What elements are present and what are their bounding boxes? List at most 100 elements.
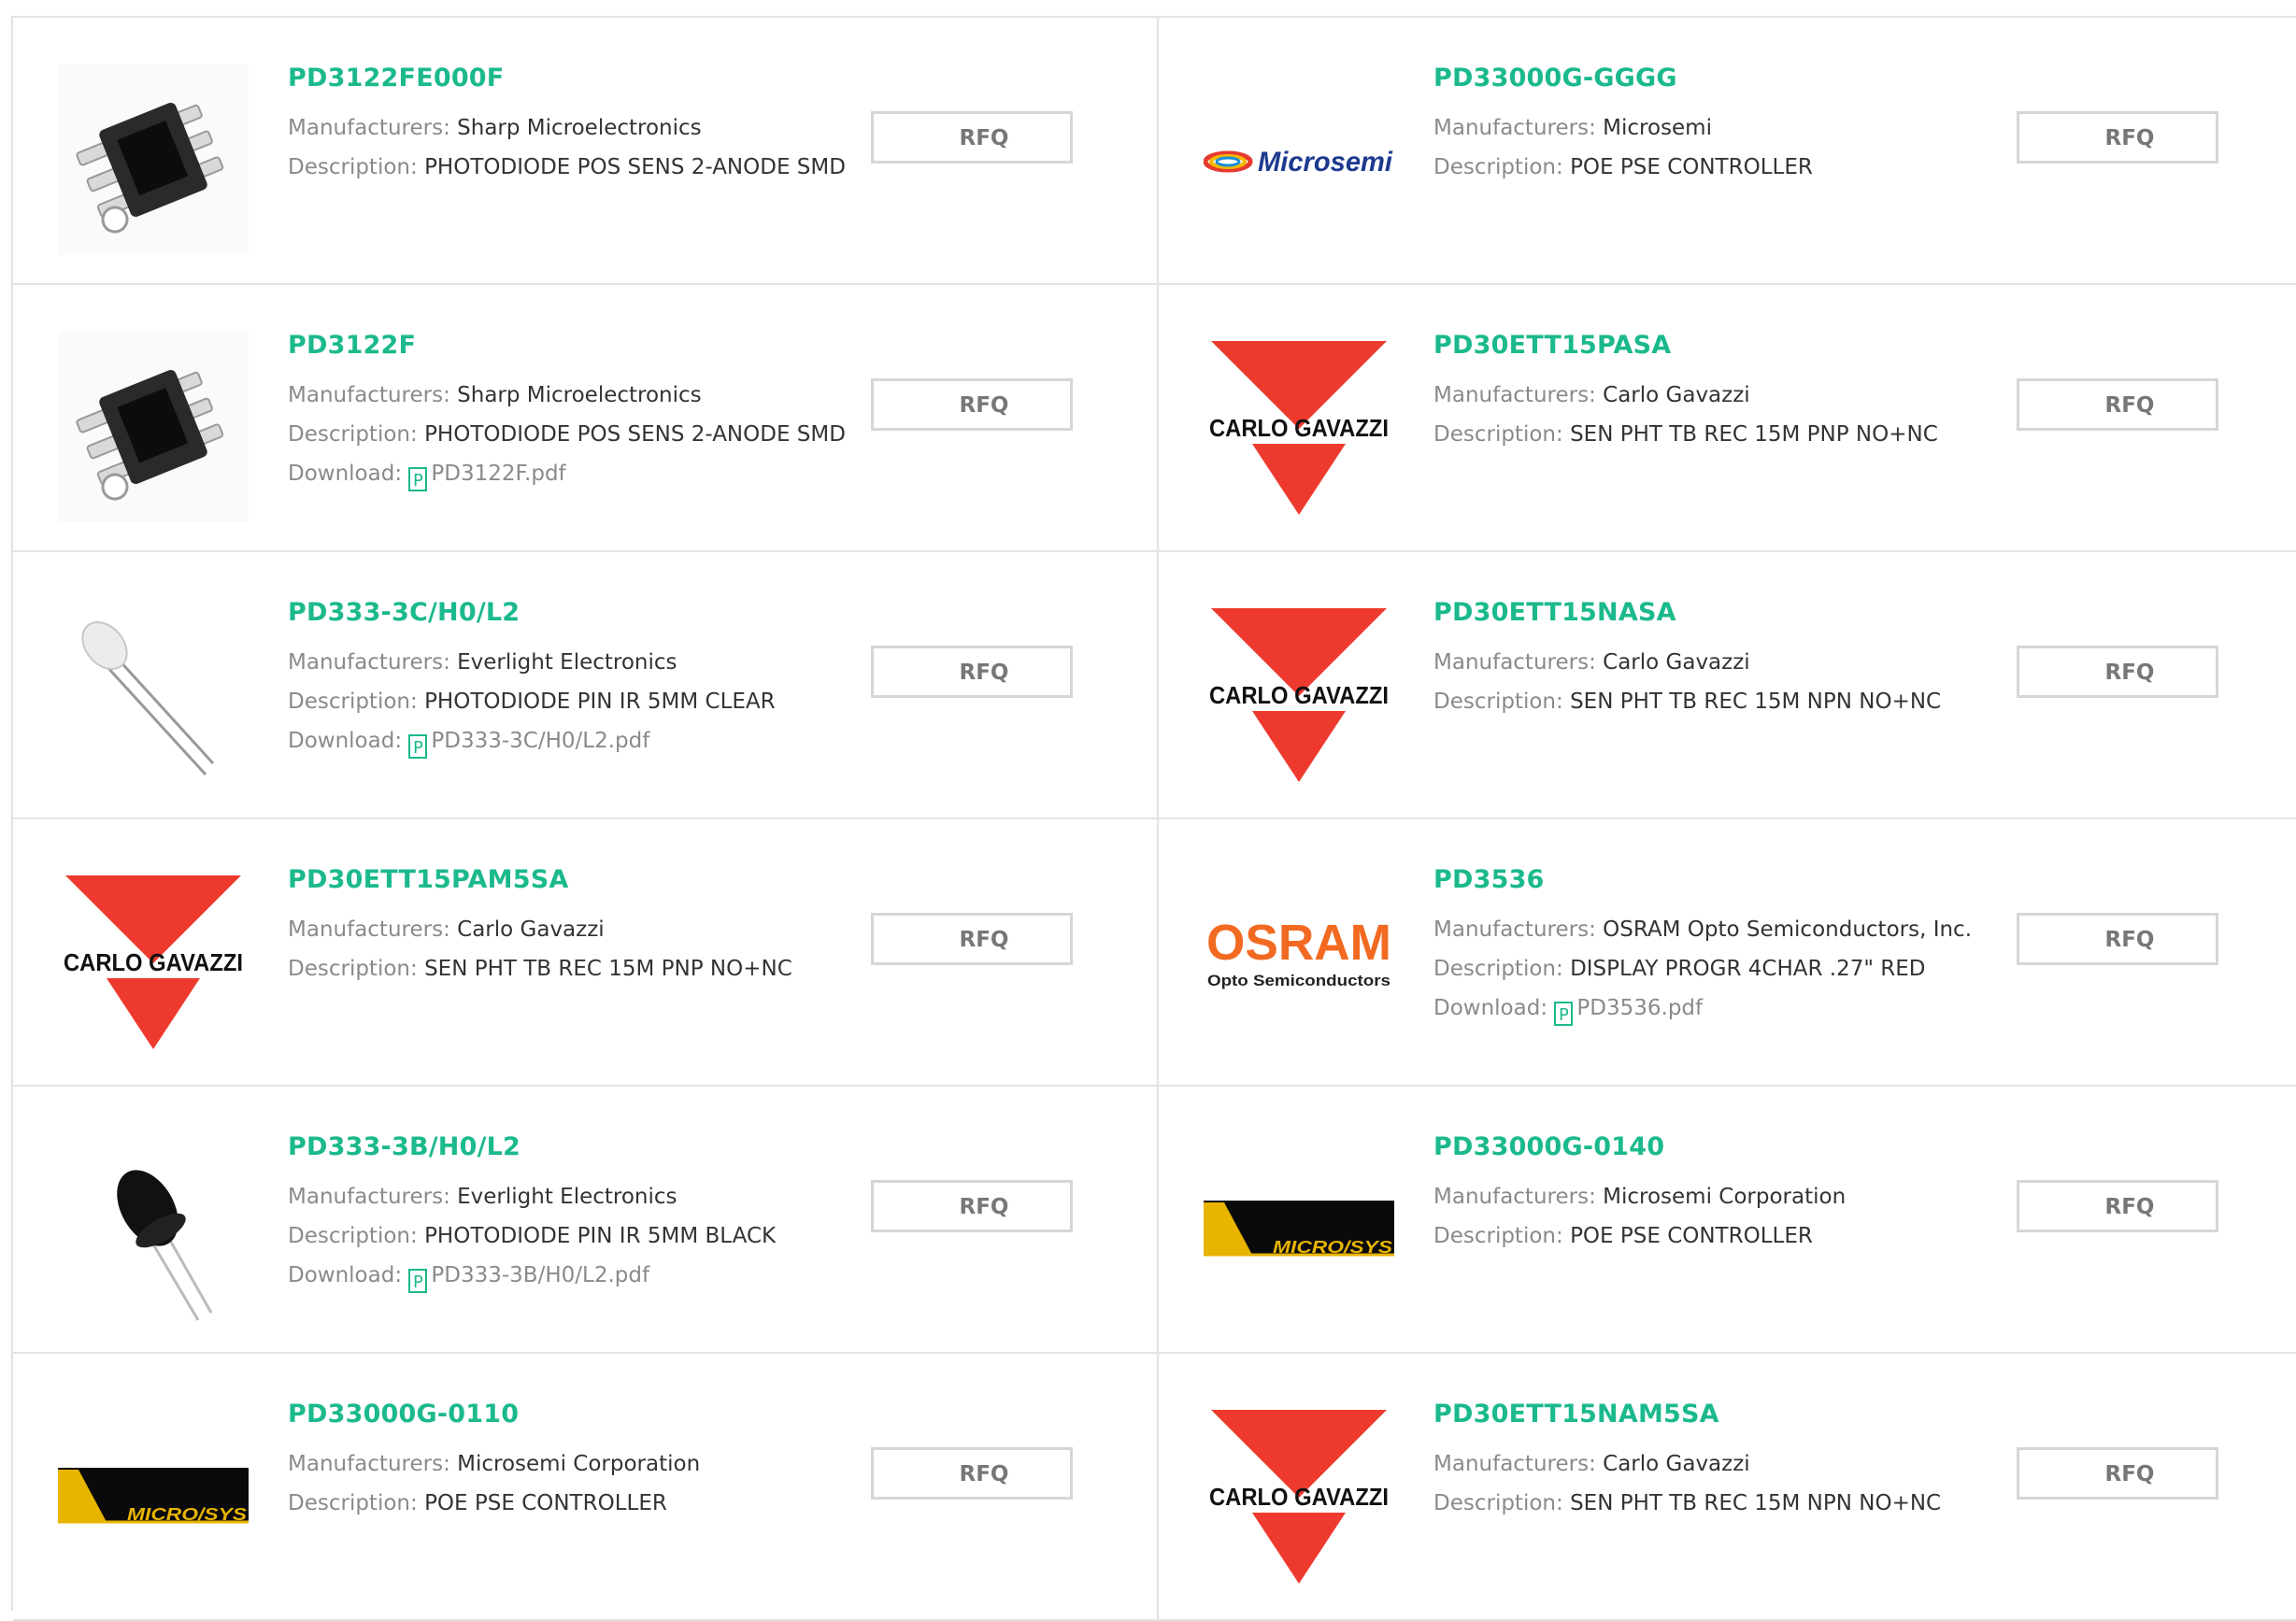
rfq-button[interactable]: RFQ: [2017, 646, 2218, 698]
osram-logo-svg: OSRAMOpto Semiconductors: [1206, 915, 1391, 989]
description-line: Description: SEN PHT TB REC 15M NPN NO+N…: [1433, 682, 1957, 721]
manufacturer-line: Manufacturers: Everlight Electronics: [288, 643, 811, 682]
product-info: PD333-3C/H0/L2 Manufacturers: Everlight …: [288, 596, 811, 761]
manufacturer-value: OSRAM Opto Semiconductors, Inc.: [1603, 917, 1973, 942]
part-number-link[interactable]: PD333-3B/H0/L2: [288, 1130, 811, 1164]
manufacturer-value: Microsemi Corporation: [1603, 1185, 1847, 1209]
carlo-gavazzi-logo[interactable]: CARLO GAVAZZI: [58, 866, 249, 1057]
product-info: PD3122F Manufacturers: Sharp Microelectr…: [288, 329, 846, 493]
pdf-file-icon[interactable]: P: [408, 734, 428, 759]
description-label: Description:: [288, 1224, 418, 1248]
smd-photodiode-image[interactable]: [58, 332, 249, 522]
manufacturer-value: Sharp Microelectronics: [457, 383, 702, 407]
rfq-button[interactable]: RFQ: [871, 913, 1073, 965]
logo-subtext: Opto Semiconductors: [1207, 972, 1390, 989]
product-card: PD3122FE000F Manufacturers: Sharp Microe…: [13, 18, 1159, 285]
description-value: PHOTODIODE PIN IR 5MM CLEAR: [424, 690, 776, 714]
part-number-link[interactable]: PD30ETT15NASA: [1433, 596, 1957, 630]
description-value: POE PSE CONTROLLER: [1570, 155, 1813, 179]
part-number-link[interactable]: PD30ETT15PASA: [1433, 329, 1957, 363]
description-line: Description: SEN PHT TB REC 15M PNP NO+N…: [288, 949, 811, 988]
description-line: Description: PHOTODIODE PIN IR 5MM CLEAR: [288, 682, 811, 721]
description-label: Description:: [1433, 422, 1563, 447]
description-line: Description: POE PSE CONTROLLER: [1433, 148, 1957, 187]
carlo-gavazzi-logo[interactable]: CARLO GAVAZZI: [1204, 1401, 1394, 1591]
description-label: Description:: [288, 690, 418, 714]
manufacturer-label: Manufacturers:: [1433, 917, 1596, 942]
product-info: PD33000G-GGGG Manufacturers: Microsemi D…: [1433, 62, 1957, 187]
rfq-button[interactable]: RFQ: [2017, 111, 2218, 164]
osram-logo[interactable]: OSRAM Opto Semiconductors: [1204, 866, 1394, 1057]
smd-photodiode-image[interactable]: [58, 64, 249, 255]
product-card: Microsemi PD33000G-GGGG Manufacturers: M…: [1159, 18, 2296, 285]
rfq-button[interactable]: RFQ: [2017, 1180, 2218, 1232]
black-led-image-svg: [117, 1170, 213, 1321]
description-label: Description:: [1433, 155, 1563, 179]
part-number-link[interactable]: PD30ETT15NAM5SA: [1433, 1398, 1957, 1431]
description-line: Description: PHOTODIODE PIN IR 5MM BLACK: [288, 1216, 811, 1256]
part-number-link[interactable]: PD3536: [1433, 863, 1957, 897]
manufacturer-label: Manufacturers:: [288, 917, 450, 942]
pdf-file-icon[interactable]: P: [1554, 1002, 1574, 1026]
part-number-link[interactable]: PD33000G-GGGG: [1433, 62, 1957, 95]
carlo-gavazzi-logo-svg: CARLO GAVAZZI: [64, 875, 243, 1049]
manufacturer-label: Manufacturers:: [1433, 116, 1596, 140]
rfq-button[interactable]: RFQ: [871, 1180, 1073, 1232]
description-line: Description: POE PSE CONTROLLER: [1433, 1216, 1957, 1256]
description-label: Description:: [288, 155, 418, 179]
rfq-button[interactable]: RFQ: [871, 111, 1073, 164]
rfq-button[interactable]: RFQ: [871, 378, 1073, 431]
logo-wordmark: Microsemi: [1258, 147, 1393, 178]
carlo-gavazzi-logo-svg: CARLO GAVAZZI: [1209, 1410, 1389, 1584]
clear-led-image[interactable]: [58, 599, 249, 789]
rfq-button[interactable]: RFQ: [2017, 378, 2218, 431]
rfq-button[interactable]: RFQ: [871, 646, 1073, 698]
microsemi-logo[interactable]: Microsemi: [1204, 64, 1394, 255]
product-card: MICRO/SYS PD33000G-0110 Manufacturers: M…: [13, 1354, 1159, 1621]
description-label: Description:: [1433, 690, 1563, 714]
logo-wordmark: OSRAM: [1206, 915, 1391, 971]
logo-bottom-triangle: [1252, 444, 1346, 515]
download-line: Download: P PD3536.pdf: [1433, 988, 1957, 1028]
logo-wordmark: CARLO GAVAZZI: [1209, 1483, 1389, 1511]
rfq-button[interactable]: RFQ: [2017, 1447, 2218, 1500]
description-line: Description: PHOTODIODE POS SENS 2-ANODE…: [288, 148, 846, 187]
manufacturer-label: Manufacturers:: [1433, 1452, 1596, 1476]
part-number-link[interactable]: PD333-3C/H0/L2: [288, 596, 811, 630]
microsys-logo[interactable]: MICRO/SYS: [1204, 1133, 1394, 1324]
datasheet-link[interactable]: PD3122F.pdf: [431, 462, 565, 486]
rfq-button[interactable]: RFQ: [2017, 913, 2218, 965]
part-number-link[interactable]: PD3122F: [288, 329, 811, 363]
product-card: PD3122F Manufacturers: Sharp Microelectr…: [13, 285, 1159, 552]
datasheet-link[interactable]: PD333-3C/H0/L2.pdf: [431, 729, 649, 753]
part-number-link[interactable]: PD3122FE000F: [288, 62, 811, 95]
download-label: Download:: [288, 729, 403, 753]
manufacturer-value: Carlo Gavazzi: [457, 917, 605, 942]
carlo-gavazzi-logo[interactable]: CARLO GAVAZZI: [1204, 599, 1394, 789]
product-info: PD30ETT15NAM5SA Manufacturers: Carlo Gav…: [1433, 1398, 1957, 1523]
product-info: PD333-3B/H0/L2 Manufacturers: Everlight …: [288, 1130, 811, 1295]
download-line: Download: P PD333-3C/H0/L2.pdf: [288, 721, 811, 761]
datasheet-link[interactable]: PD3536.pdf: [1576, 996, 1703, 1020]
product-card: CARLO GAVAZZI PD30ETT15PAM5SA Manufactur…: [13, 819, 1159, 1087]
pdf-file-icon[interactable]: P: [408, 467, 428, 491]
black-led-image[interactable]: [58, 1133, 249, 1324]
description-line: Description: SEN PHT TB REC 15M NPN NO+N…: [1433, 1484, 1957, 1523]
manufacturer-line: Manufacturers: Carlo Gavazzi: [1433, 376, 1957, 415]
part-number-link[interactable]: PD33000G-0140: [1433, 1130, 1957, 1164]
part-number-link[interactable]: PD30ETT15PAM5SA: [288, 863, 811, 897]
download-label: Download:: [288, 1263, 403, 1287]
microsys-logo[interactable]: MICRO/SYS: [58, 1401, 249, 1591]
product-card: MICRO/SYS PD33000G-0140 Manufacturers: M…: [1159, 1087, 2296, 1354]
download-line: Download: P PD333-3B/H0/L2.pdf: [288, 1256, 811, 1295]
description-value: PHOTODIODE PIN IR 5MM BLACK: [424, 1224, 777, 1248]
logo-bottom-triangle: [1252, 1513, 1346, 1584]
description-label: Description:: [1433, 1491, 1563, 1515]
part-number-link[interactable]: PD33000G-0110: [288, 1398, 811, 1431]
pdf-file-icon[interactable]: P: [408, 1269, 428, 1293]
datasheet-link[interactable]: PD333-3B/H0/L2.pdf: [431, 1263, 649, 1287]
manufacturer-label: Manufacturers:: [288, 1185, 450, 1209]
description-value: POE PSE CONTROLLER: [1570, 1224, 1813, 1248]
carlo-gavazzi-logo[interactable]: CARLO GAVAZZI: [1204, 332, 1394, 522]
rfq-button[interactable]: RFQ: [871, 1447, 1073, 1500]
